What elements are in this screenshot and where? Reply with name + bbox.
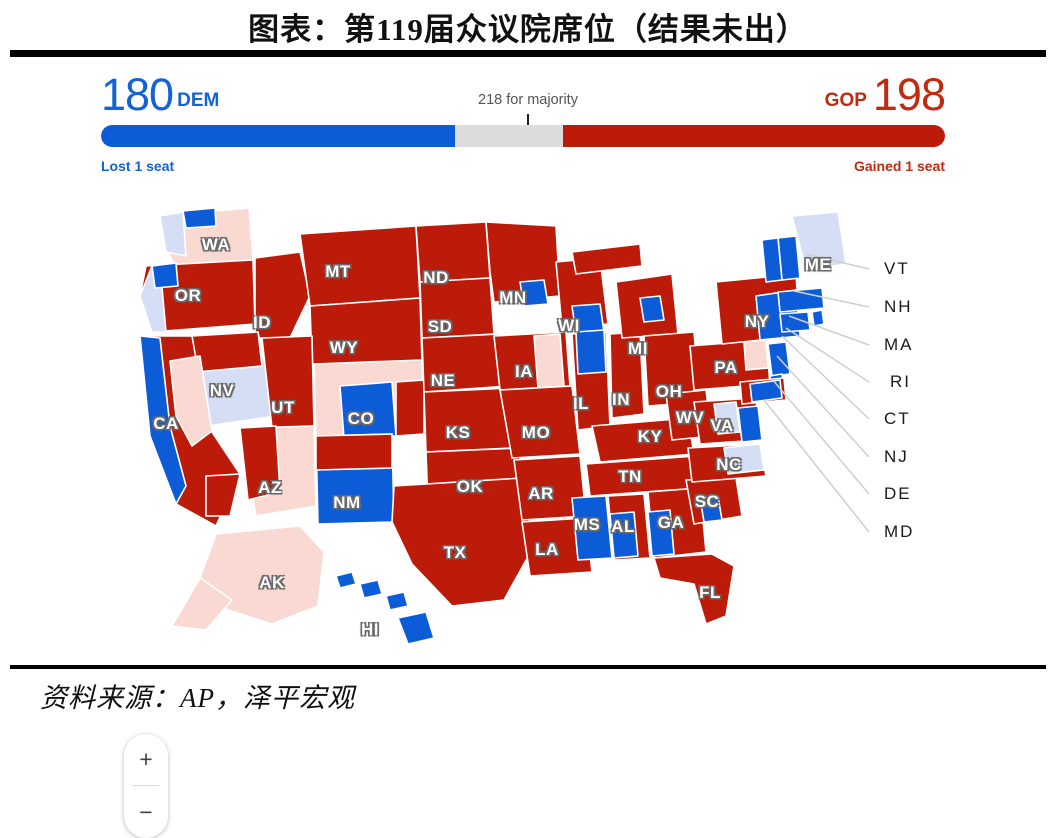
zoom-divider: [133, 785, 159, 786]
state-label-sd: SD: [427, 317, 453, 336]
seat-progress-track: [101, 125, 945, 147]
state-label-sc: SC: [694, 492, 720, 511]
state-wa-lt: [159, 211, 187, 257]
state-co-red: [395, 379, 425, 437]
us-house-results-map[interactable]: WA OR ID MT ND SD MN WI MI WY NV UT CO NE IA IL IN OH CA KS…: [0, 186, 1056, 838]
majority-threshold-label: 218 for majority: [478, 92, 578, 108]
state-md-blue: [749, 379, 783, 403]
state-mo: [499, 385, 581, 459]
callout-label-nh: NH: [884, 297, 913, 316]
map-zoom-control[interactable]: + −: [124, 734, 168, 838]
seat-summary-bar: 180 DEM GOP 198 218 for majority Lost 1 se…: [0, 66, 1056, 186]
state-label-tx: TX: [443, 543, 467, 562]
state-label-wv: WV: [675, 408, 705, 427]
state-label-nc: NC: [716, 455, 742, 474]
state-label-va: VA: [710, 416, 734, 435]
zoom-in-button[interactable]: +: [124, 734, 168, 785]
state-label-co: CO: [347, 409, 375, 428]
state-label-me: ME: [804, 255, 832, 274]
state-ma: [777, 287, 825, 313]
callout-label-ri: RI: [890, 372, 911, 391]
state-label-ak: AK: [259, 573, 285, 592]
state-il-blue: [575, 329, 607, 375]
state-mt: [299, 225, 421, 307]
callout-label-ct: CT: [884, 409, 911, 428]
state-nv-red: [191, 331, 263, 373]
callout-line-md: [763, 399, 870, 533]
state-label-ms: MS: [573, 515, 601, 534]
state-label-mi: MI: [628, 339, 648, 358]
gop-seat-change-note: Gained 1 seat: [853, 158, 945, 174]
state-or-blue: [151, 262, 179, 289]
state-label-al: AL: [611, 517, 635, 536]
state-nm-red: [315, 433, 393, 471]
state-ia-pink: [533, 333, 565, 389]
state-label-ga: GA: [657, 513, 685, 532]
state-pa-lt: [743, 339, 769, 371]
callout-label-nj: NJ: [884, 447, 909, 466]
state-label-ut: UT: [271, 398, 295, 417]
state-label-ks: KS: [445, 423, 471, 442]
state-label-mo: MO: [521, 423, 551, 442]
state-label-ky: KY: [637, 427, 663, 446]
state-label-wa: WA: [201, 235, 231, 254]
state-label-az: AZ: [258, 478, 282, 497]
state-label-wy: WY: [329, 338, 359, 357]
state-hi-3: [385, 591, 409, 611]
callout-label-md: MD: [884, 522, 915, 541]
state-ca-south: [205, 473, 241, 517]
seat-progress-gop: [563, 125, 945, 147]
dem-seat-change-note: Lost 1 seat: [101, 158, 175, 174]
state-label-id: ID: [253, 313, 271, 332]
state-label-mn: MN: [499, 288, 527, 307]
page-title: 图表：第119届众议院席位（结果未出）: [248, 12, 808, 47]
state-wy: [309, 297, 423, 367]
callout-line-de: [771, 378, 870, 495]
title-divider: [10, 50, 1046, 57]
state-label-mt: MT: [325, 262, 351, 281]
state-hi-2: [359, 579, 383, 599]
state-label-ny: NY: [744, 312, 770, 331]
state-label-fl: FL: [699, 583, 721, 602]
state-label-nd: ND: [423, 268, 449, 287]
state-label-in: IN: [612, 390, 630, 409]
state-label-hi: HI: [361, 620, 379, 639]
state-label-ar: AR: [528, 484, 554, 503]
seat-progress-dem: [101, 125, 455, 147]
state-label-ca: CA: [153, 414, 179, 433]
callout-label-ma: MA: [884, 335, 914, 354]
footer-divider: [10, 665, 1046, 669]
state-ri: [811, 309, 825, 327]
state-label-oh: OH: [655, 382, 683, 401]
state-label-tn: TN: [618, 467, 642, 486]
state-hi-1: [335, 571, 357, 589]
state-vt: [761, 237, 783, 283]
state-fl: [653, 553, 735, 625]
state-label-or: OR: [174, 286, 202, 305]
state-va-blue: [737, 405, 763, 443]
callout-line-ri: [785, 327, 870, 383]
source-note: 资料来源：AP，泽平宏观: [40, 683, 355, 713]
state-label-pa: PA: [714, 358, 738, 377]
state-mi-up: [571, 243, 643, 275]
state-label-il: IL: [572, 394, 590, 413]
state-label-nm: NM: [333, 493, 361, 512]
state-label-la: LA: [535, 540, 559, 559]
state-hi-4: [397, 611, 435, 645]
callout-label-de: DE: [884, 484, 912, 503]
state-wa-blue-d: [182, 207, 217, 229]
state-mi-blue: [639, 295, 665, 323]
state-label-ne: NE: [430, 371, 456, 390]
state-label-wi: WI: [558, 316, 580, 335]
state-tx: [391, 477, 535, 607]
zoom-out-button[interactable]: −: [124, 787, 168, 838]
state-label-nv: NV: [209, 381, 235, 400]
state-label-ok: OK: [456, 477, 484, 496]
callout-label-vt: VT: [884, 259, 910, 278]
state-label-ia: IA: [515, 362, 533, 381]
